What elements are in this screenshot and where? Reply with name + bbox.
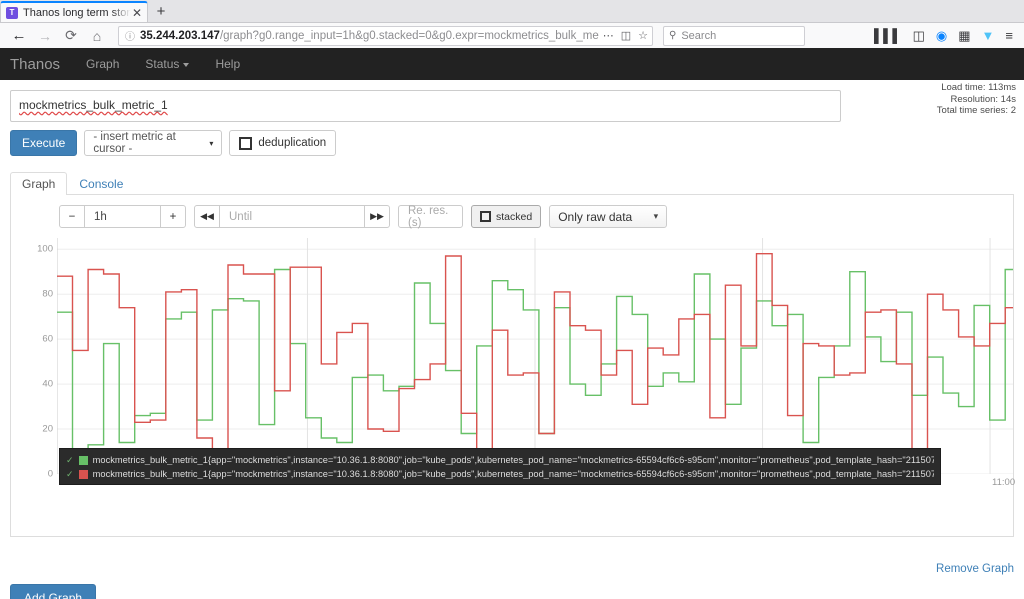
new-tab-button[interactable]: + (148, 1, 174, 22)
checkbox-icon (239, 137, 252, 150)
legend-label: mockmetrics_bulk_metric_1{app="mockmetri… (93, 455, 934, 465)
plot-area[interactable] (57, 238, 1013, 474)
sidebar-icon[interactable]: ◫ (913, 28, 925, 44)
bookmark-star-icon[interactable]: ☆ (638, 29, 648, 42)
graph-controls: − 1h + ◀◀ Until ▶▶ Re. res. (s) stacked … (11, 205, 1013, 228)
nav-item-graph[interactable]: Graph (86, 57, 119, 71)
search-placeholder: Search (681, 30, 716, 42)
plot-svg (57, 238, 1013, 474)
until-group: ◀◀ Until ▶▶ (194, 205, 390, 228)
chart-legend: ✓ mockmetrics_bulk_metric_1{app="mockmet… (59, 448, 941, 485)
step-forward-button[interactable]: ▶▶ (364, 205, 390, 228)
stacked-label: stacked (496, 211, 532, 223)
url-path: /graph?g0.range_input=1h&g0.stacked=0&g0… (220, 30, 599, 42)
favicon: T (6, 7, 18, 19)
deduplication-toggle[interactable]: deduplication (229, 130, 336, 156)
query-actions: Execute - insert metric at cursor - ▾ de… (0, 122, 1024, 156)
site-info-icon[interactable]: ⓘ (125, 28, 135, 43)
insert-metric-label: - insert metric at cursor - (93, 131, 209, 155)
chevron-down-icon (183, 63, 189, 67)
check-icon[interactable]: ✓ (66, 455, 74, 466)
y-axis-tick: 60 (11, 334, 53, 345)
x-axis-tick: 11:00 (992, 477, 1015, 488)
expression-text: mockmetrics_bulk_metric_1 (19, 98, 168, 112)
nav-item-help[interactable]: Help (215, 57, 240, 71)
library-icon[interactable]: ▌▌▌ (874, 28, 902, 43)
brand-logo[interactable]: Thanos (10, 56, 60, 73)
decrease-range-button[interactable]: − (59, 205, 85, 228)
add-graph-button[interactable]: Add Graph (10, 584, 96, 599)
tab-console[interactable]: Console (67, 172, 135, 195)
checkbox-icon (480, 211, 491, 222)
y-axis-tick: 80 (11, 289, 53, 300)
legend-swatch (79, 456, 88, 465)
range-group: − 1h + (59, 205, 186, 228)
query-stats: Load time: 113ms Resolution: 14s Total t… (937, 82, 1016, 117)
reader-shield-icon[interactable]: ◫ (621, 29, 631, 42)
y-axis-tick: 100 (11, 244, 53, 255)
chevron-down-icon: ▾ (654, 211, 659, 222)
graph-panel: − 1h + ◀◀ Until ▶▶ Re. res. (s) stacked … (10, 195, 1014, 537)
filter-icon[interactable]: ▼ (982, 28, 995, 43)
search-input[interactable]: ⚲ Search (663, 26, 805, 46)
menu-icon[interactable]: ≡ (1005, 28, 1013, 43)
home-icon[interactable]: ⌂ (84, 25, 110, 47)
tab-title: Thanos long term storage (23, 7, 131, 19)
raw-data-select[interactable]: Only raw data ▾ (549, 205, 667, 228)
stacked-toggle[interactable]: stacked (471, 205, 541, 228)
y-axis-tick: 20 (11, 424, 53, 435)
panel-tabs: Graph Console (10, 170, 1014, 195)
increase-range-button[interactable]: + (160, 205, 186, 228)
forward-icon[interactable]: → (32, 25, 58, 47)
chevron-down-icon: ▾ (209, 139, 213, 148)
total-time-series: Total time series: 2 (937, 105, 1016, 117)
account-icon[interactable]: ◉ (936, 28, 947, 44)
page-actions-icon[interactable]: ⋯ (603, 29, 614, 42)
raw-data-label: Only raw data (558, 210, 632, 224)
expression-area: mockmetrics_bulk_metric_1 (0, 80, 1024, 122)
reload-icon[interactable]: ⟳ (58, 25, 84, 47)
remove-graph-link[interactable]: Remove Graph (936, 563, 1014, 575)
close-icon[interactable]: ✕ (131, 6, 143, 20)
range-input[interactable]: 1h (84, 205, 161, 228)
y-axis-tick: 40 (11, 379, 53, 390)
until-input[interactable]: Until (219, 205, 365, 228)
resolution: Resolution: 14s (937, 94, 1016, 106)
check-icon[interactable]: ✓ (66, 469, 74, 480)
url-host: 35.244.203.147 (140, 30, 220, 42)
y-axis-tick: 0 (11, 469, 53, 480)
thanos-navbar: Thanos Graph Status Help (0, 48, 1024, 80)
resolution-input[interactable]: Re. res. (s) (398, 205, 463, 228)
load-time: Load time: 113ms (937, 82, 1016, 94)
back-icon[interactable]: ← (6, 25, 32, 47)
thanos-app: Thanos Graph Status Help Load time: 113m… (0, 48, 1024, 599)
navigation-toolbar: ← → ⟳ ⌂ ⓘ 35.244.203.147/graph?g0.range_… (0, 23, 1024, 49)
search-icon: ⚲ (669, 30, 676, 41)
expression-input[interactable]: mockmetrics_bulk_metric_1 (10, 90, 841, 122)
apps-icon[interactable]: ▦ (958, 28, 970, 44)
url-text: 35.244.203.147/graph?g0.range_input=1h&g… (140, 30, 599, 42)
browser-window: T Thanos long term storage ✕ + ← → ⟳ ⌂ ⓘ… (0, 0, 1024, 599)
deduplication-label: deduplication (258, 137, 326, 149)
nav-item-status[interactable]: Status (145, 57, 189, 71)
tab-graph[interactable]: Graph (10, 172, 67, 195)
legend-label: mockmetrics_bulk_metric_1{app="mockmetri… (93, 469, 934, 479)
legend-item[interactable]: ✓ mockmetrics_bulk_metric_1{app="mockmet… (66, 453, 934, 467)
tab-bar: T Thanos long term storage ✕ + (0, 0, 1024, 23)
url-bar[interactable]: ⓘ 35.244.203.147/graph?g0.range_input=1h… (118, 26, 653, 46)
nav-item-status-label: Status (145, 57, 179, 71)
browser-toolbar-icons: ▌▌▌ ◫ ◉ ▦ ▼ ≡ (869, 28, 1018, 44)
legend-swatch (79, 470, 88, 479)
step-backward-button[interactable]: ◀◀ (194, 205, 220, 228)
url-actions: ⋯ ◫ ☆ (599, 29, 648, 42)
execute-button[interactable]: Execute (10, 130, 77, 156)
legend-item[interactable]: ✓ mockmetrics_bulk_metric_1{app="mockmet… (66, 467, 934, 481)
insert-metric-select[interactable]: - insert metric at cursor - ▾ (84, 130, 222, 156)
browser-tab[interactable]: T Thanos long term storage ✕ (0, 1, 148, 22)
